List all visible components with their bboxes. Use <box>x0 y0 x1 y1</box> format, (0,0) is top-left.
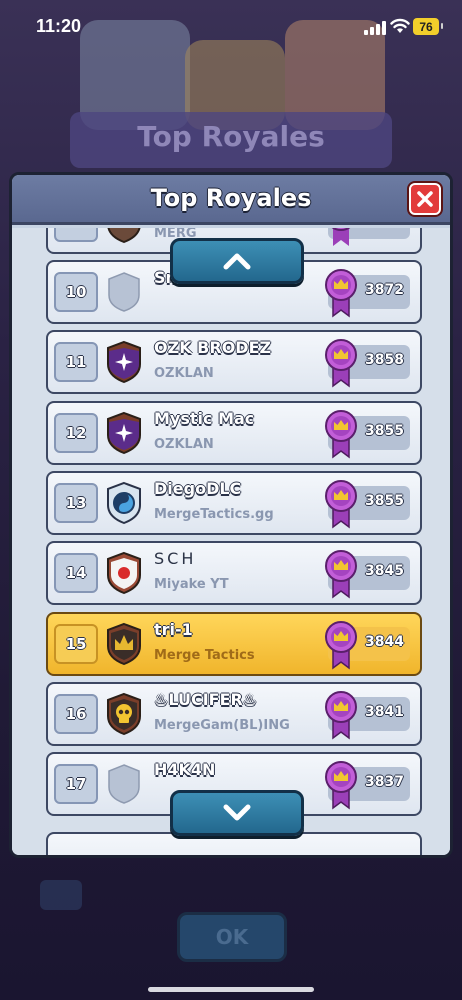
rank-number: 12 <box>54 412 98 453</box>
background-small-button <box>40 880 82 910</box>
rank-number: 11 <box>54 342 98 383</box>
close-button[interactable] <box>409 183 441 215</box>
player-name: DiegoDLC <box>154 478 242 498</box>
rank-number: 10 <box>54 272 98 312</box>
home-indicator <box>148 987 314 992</box>
wifi-icon <box>390 18 410 33</box>
trophy-medal-icon <box>325 479 357 529</box>
player-name: OZK BRODEZ <box>154 338 272 358</box>
clan-name: Miyake YT <box>154 577 229 593</box>
trophy-count: 3872 <box>365 282 404 298</box>
skull-badge-icon <box>107 692 141 735</box>
battery-level: 76 <box>419 19 433 34</box>
clan-name: OZKLAN <box>154 436 214 452</box>
trophy-medal-icon <box>331 228 351 246</box>
leaderboard-row[interactable]: 13 DiegoDLC MergeTactics.gg 3855 <box>46 470 422 535</box>
player-name: H4K4N <box>154 760 216 780</box>
yin-yang-badge-icon <box>107 481 141 524</box>
purple-star-badge-icon <box>107 341 141 384</box>
status-time: 11:20 <box>36 16 82 36</box>
trophy-medal-icon <box>325 761 357 810</box>
background-title: Top Royales <box>137 120 325 153</box>
cellular-signal-icon <box>364 21 386 35</box>
battery-icon: 76 <box>413 18 443 35</box>
trophy-count: 3844 <box>365 633 404 650</box>
scroll-up-button[interactable] <box>170 238 304 284</box>
status-bar: 11:20 76 <box>0 0 462 54</box>
background-ok-button: OK <box>177 912 287 962</box>
player-name: tri-1 <box>154 619 193 639</box>
trophy-count: 3855 <box>365 492 404 509</box>
purple-star-badge-icon <box>107 411 141 454</box>
clan-name: OZKLAN <box>154 366 214 382</box>
trophy-medal-icon <box>325 620 357 669</box>
trophy-medal-icon <box>325 409 357 459</box>
trophy-medal-icon <box>325 339 357 388</box>
top-royales-modal: Top Royales 9 MERG 3882 10Smurfblade3872… <box>9 172 453 858</box>
leaderboard-row-current-player[interactable]: 15 tri-1 Merge Tactics 3844 <box>46 611 422 676</box>
trophy-count: 3845 <box>365 563 404 580</box>
trophy-medal-icon <box>325 269 357 318</box>
red-circle-badge-icon <box>107 552 141 595</box>
leaderboard-row[interactable]: 12 Mystic Mac OZKLAN 3855 <box>46 400 422 465</box>
clan-badge-icon <box>107 228 141 244</box>
trophy-medal-icon <box>325 550 357 599</box>
trophy-count: 3858 <box>365 352 404 369</box>
empty-badge-icon <box>108 764 140 804</box>
leaderboard-row[interactable]: 11 OZK BRODEZ OZKLAN 3858 <box>46 330 422 395</box>
leaderboard-row[interactable]: 16 ♨LUCIFER♨ MergeGam(BL)ING 3841 <box>46 681 422 746</box>
modal-title: Top Royales <box>150 184 312 212</box>
crown-badge-icon <box>107 622 141 665</box>
trophy-count: 3837 <box>365 774 404 791</box>
chevron-down-icon <box>223 804 251 821</box>
chevron-up-icon <box>223 253 251 270</box>
player-name: SCH <box>154 549 197 569</box>
clan-name: MergeTactics.gg <box>154 506 274 522</box>
rank-number: 16 <box>54 693 98 734</box>
trophy-count: 3841 <box>365 703 404 720</box>
leaderboard-list[interactable]: 9 MERG 3882 10Smurfblade387211OZK BRODEZ… <box>12 228 450 855</box>
clan-name: MergeGam(BL)ING <box>154 717 290 733</box>
player-name: ♨LUCIFER♨ <box>154 689 258 709</box>
trophy-medal-icon <box>325 690 357 740</box>
rank-number: 13 <box>54 482 98 523</box>
empty-badge-icon <box>108 272 140 312</box>
player-name: Mystic Mac <box>154 408 255 428</box>
close-icon <box>417 191 433 207</box>
rank-number: 15 <box>54 623 98 664</box>
rank-number: 9 <box>54 228 98 242</box>
trophy-count: 3855 <box>365 422 404 439</box>
rank-number: 14 <box>54 553 98 594</box>
scroll-down-button[interactable] <box>170 790 304 836</box>
rank-number: 17 <box>54 764 98 805</box>
leaderboard-row[interactable]: 14 SCH Miyake YT 3845 <box>46 541 422 606</box>
clan-name: Merge Tactics <box>154 647 255 663</box>
modal-header: Top Royales <box>12 175 450 225</box>
